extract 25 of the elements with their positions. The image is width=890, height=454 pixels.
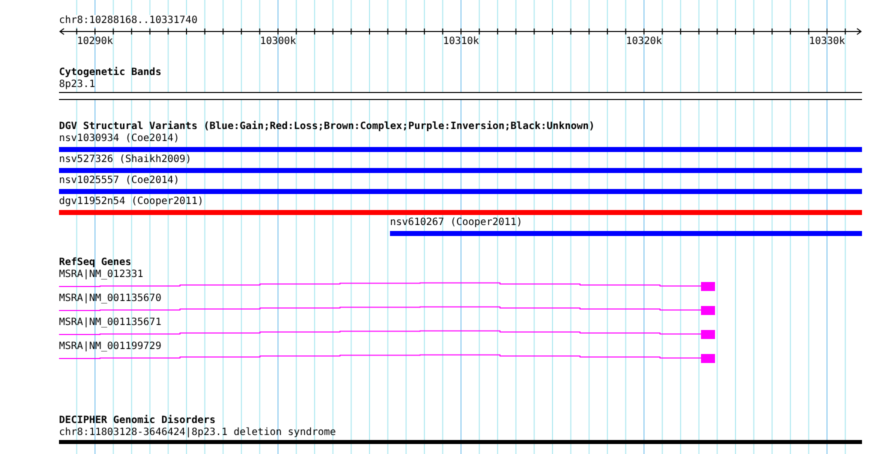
variant-label: nsv1030934 (Coe2014) [59,133,180,145]
gene-label: MSRA|NM_001135670 [59,293,162,305]
track-title: DGV Structural Variants (Blue:Gain;Red:Loss;Brown:Complex;Purple:Inversion;Black:Unknown) [59,121,595,133]
tick-label: 10310k [442,36,480,47]
variant-label: nsv527326 (Shaikh2009) [59,154,192,166]
variant-label: nsv610267 (Cooper2011) [390,217,522,229]
tick-label: 10330k [808,36,846,47]
exon-block [701,306,715,315]
band-label: 8p23.1 [59,79,96,91]
gene-label: MSRA|NM_001199729 [59,341,162,353]
exon-block [701,282,715,291]
ruler-location: chr8:10288168..10331740 [59,15,198,27]
disorder-label: chr8:11803128-3646424|8p23.1 deletion syndrome [59,427,336,439]
tick-label: 10300k [260,36,296,47]
tick-label: 10320k [626,36,662,47]
exon-block [701,354,715,363]
track-title: DECIPHER Genomic Disorders [59,415,216,427]
track-title: Cytogenetic Bands [59,67,162,79]
tick-label: 10290k [76,36,114,47]
variant-label: dgv11952n54 (Cooper2011) [59,196,204,208]
variant-label: nsv1025557 (Coe2014) [59,175,180,187]
track-title: RefSeq Genes [59,257,132,269]
gene-label: MSRA|NM_012331 [59,269,144,281]
gene-label: MSRA|NM_001135671 [59,317,162,329]
exon-block [701,330,715,339]
